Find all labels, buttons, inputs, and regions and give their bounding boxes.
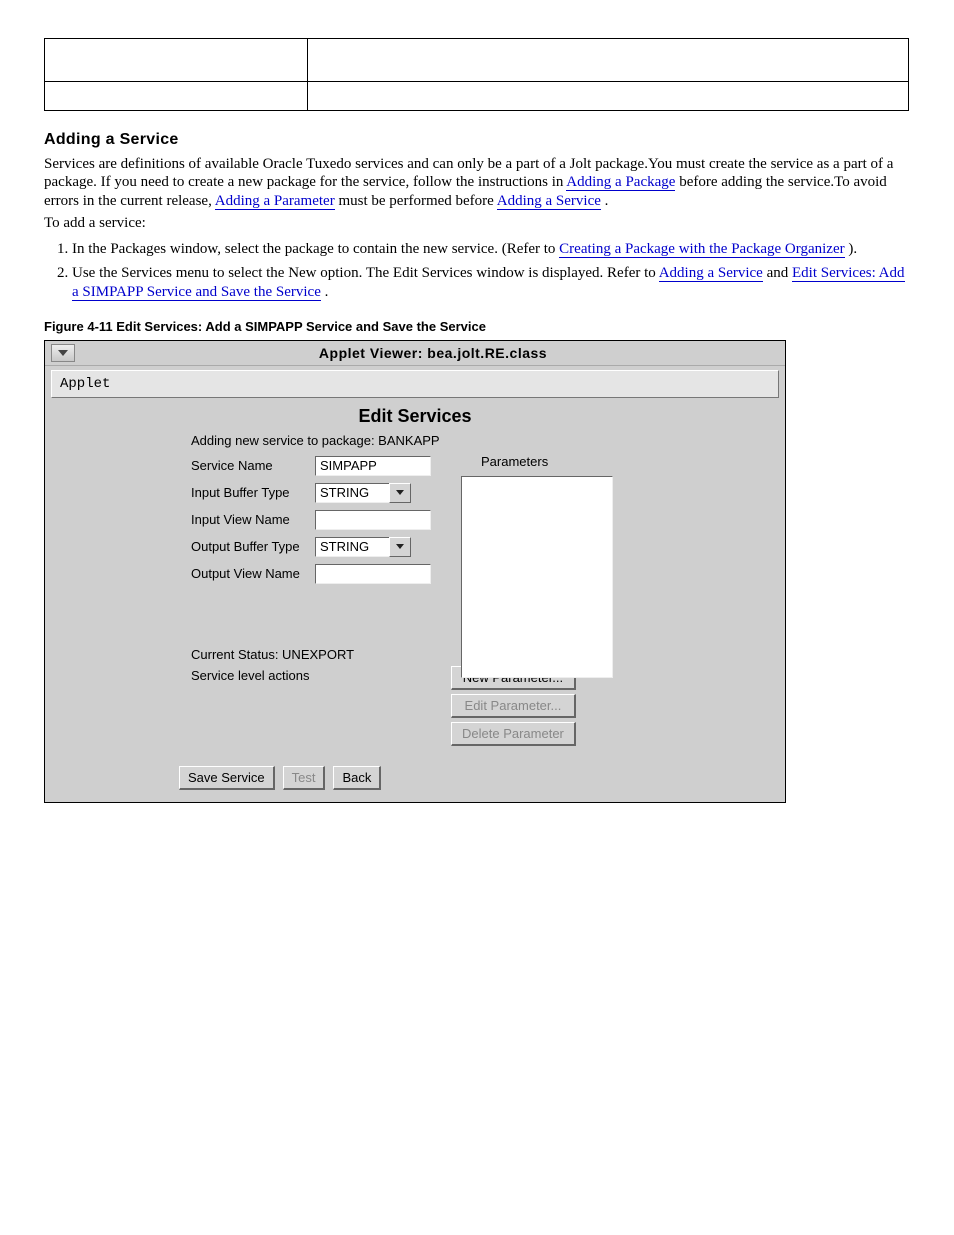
figure-caption: Figure 4-11 Edit Services: Add a SIMPAPP… [44, 319, 910, 334]
table-cell [308, 39, 909, 82]
service-actions-label: Service level actions [191, 666, 451, 746]
service-name-label: Service Name [191, 458, 315, 473]
form-area: Parameters Service Name Input Buffer Typ… [191, 452, 779, 587]
link-adding-parameter[interactable]: Adding a Package [566, 174, 675, 191]
window-titlebar: Applet Viewer: bea.jolt.RE.class [45, 341, 785, 366]
applet-body: Edit Services Adding new service to pack… [45, 400, 785, 802]
link-creating-package[interactable]: Creating a Package with the Package Orga… [559, 241, 844, 258]
parameters-label: Parameters [481, 454, 548, 469]
output-view-label: Output View Name [191, 566, 315, 581]
section-heading: Adding a Service [44, 131, 910, 149]
text: New [288, 265, 316, 281]
input-view-input[interactable] [315, 510, 431, 530]
dropdown-button[interactable] [389, 537, 411, 557]
chevron-down-icon [58, 350, 68, 356]
text: . [605, 193, 609, 209]
chevron-down-icon [396, 544, 404, 549]
subtitle: Adding new service to package: BANKAPP [191, 433, 779, 448]
system-menu-icon[interactable] [51, 344, 75, 362]
text: to select the [213, 265, 288, 281]
text: and [767, 265, 792, 281]
text: Use the [72, 265, 121, 281]
output-buffer-label: Output Buffer Type [191, 539, 315, 554]
window-title: Applet Viewer: bea.jolt.RE.class [81, 345, 785, 361]
input-buffer-label: Input Buffer Type [191, 485, 315, 500]
menu-applet[interactable]: Applet [60, 376, 110, 392]
text: In the Packages window, select the packa… [72, 241, 559, 257]
actions-row: Service level actions New Parameter... E… [191, 666, 779, 746]
intro-paragraph: Services are definitions of available Or… [44, 155, 910, 210]
service-name-input[interactable] [315, 456, 431, 476]
steps-list: In the Packages window, select the packa… [44, 240, 910, 301]
output-view-input[interactable] [315, 564, 431, 584]
output-buffer-value[interactable] [315, 537, 389, 557]
dropdown-button[interactable] [389, 483, 411, 503]
text: . [325, 284, 329, 300]
steps-intro: To add a service: [44, 214, 910, 232]
chevron-down-icon [396, 490, 404, 495]
table-cell [308, 82, 909, 111]
table-cell [45, 82, 308, 111]
input-buffer-value[interactable] [315, 483, 389, 503]
table-cell [45, 39, 308, 82]
input-buffer-select[interactable] [315, 483, 411, 503]
test-button[interactable]: Test [283, 766, 326, 790]
step-item: In the Packages window, select the packa… [72, 240, 910, 258]
delete-parameter-button[interactable]: Delete Parameter [451, 722, 576, 746]
top-empty-table [44, 38, 909, 111]
bottom-button-row: Save Service Test Back [179, 766, 779, 790]
text: must be performed before [338, 193, 496, 209]
text: option. The Edit Services window is disp… [320, 265, 658, 281]
parameters-listbox[interactable] [461, 476, 613, 678]
text: Services menu [121, 265, 209, 281]
save-service-button[interactable]: Save Service [179, 766, 275, 790]
link-adding-service-2[interactable]: Adding a Service [659, 265, 763, 282]
applet-window: Applet Viewer: bea.jolt.RE.class Applet … [44, 340, 786, 803]
input-view-label: Input View Name [191, 512, 315, 527]
link-adding-parameter-2[interactable]: Adding a Parameter [215, 193, 335, 210]
text: ). [848, 241, 857, 257]
menu-bar: Applet [51, 370, 779, 398]
current-status-label: Current Status: UNEXPORT [191, 647, 461, 662]
panel-title: Edit Services [51, 406, 779, 427]
back-button[interactable]: Back [333, 766, 381, 790]
link-adding-service[interactable]: Adding a Service [497, 193, 601, 210]
edit-parameter-button[interactable]: Edit Parameter... [451, 694, 576, 718]
output-buffer-select[interactable] [315, 537, 411, 557]
step-item: Use the Services menu to select the New … [72, 264, 910, 301]
